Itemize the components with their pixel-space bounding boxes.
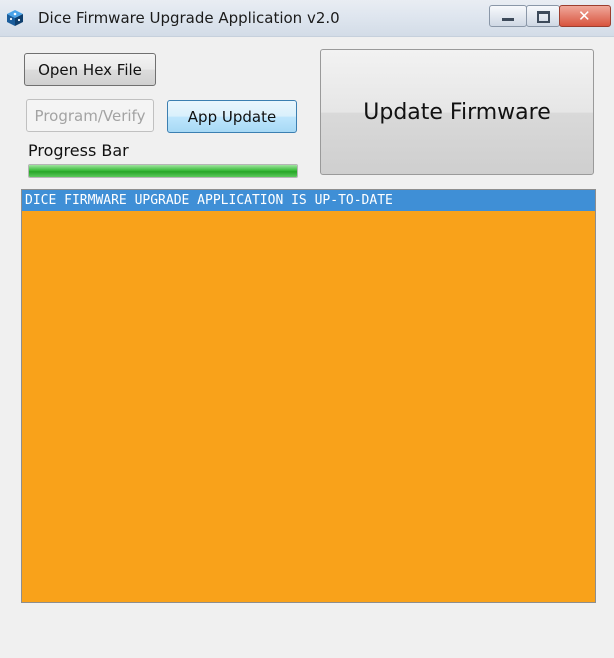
progress-bar bbox=[28, 164, 298, 178]
log-output[interactable]: DICE FIRMWARE UPGRADE APPLICATION IS UP-… bbox=[21, 189, 596, 603]
minimize-button[interactable] bbox=[489, 5, 527, 27]
client-area: Open Hex File Program/Verify App Update … bbox=[0, 37, 614, 658]
app-update-button[interactable]: App Update bbox=[167, 100, 297, 133]
log-line[interactable]: DICE FIRMWARE UPGRADE APPLICATION IS UP-… bbox=[22, 190, 595, 211]
minimize-icon bbox=[502, 18, 514, 21]
maximize-button[interactable] bbox=[526, 5, 560, 27]
window-title: Dice Firmware Upgrade Application v2.0 bbox=[38, 9, 340, 27]
close-icon: ✕ bbox=[578, 7, 591, 25]
dice-icon bbox=[7, 10, 23, 26]
close-button[interactable]: ✕ bbox=[559, 5, 611, 27]
open-hex-file-button[interactable]: Open Hex File bbox=[24, 53, 156, 86]
progress-label: Progress Bar bbox=[28, 141, 129, 160]
title-bar[interactable]: Dice Firmware Upgrade Application v2.0 ✕ bbox=[0, 0, 614, 37]
program-verify-button[interactable]: Program/Verify bbox=[26, 99, 154, 132]
update-firmware-button[interactable]: Update Firmware bbox=[320, 49, 594, 175]
progress-fill bbox=[29, 165, 297, 177]
maximize-icon bbox=[537, 11, 550, 23]
